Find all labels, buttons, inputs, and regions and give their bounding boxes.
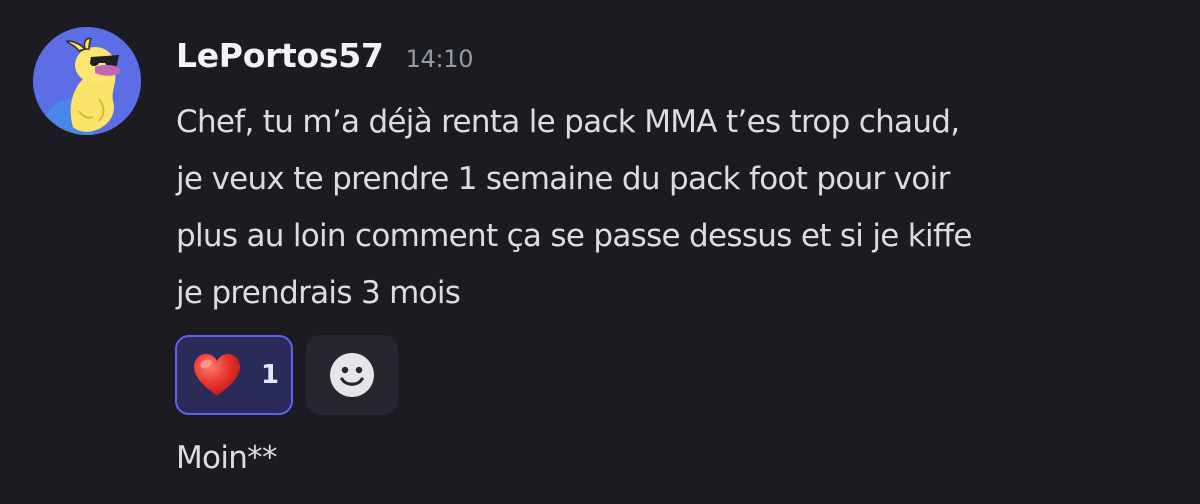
red-heart-icon — [194, 354, 240, 396]
message-content: Chef, tu m’a déjà renta le pack MMA t’es… — [176, 94, 1176, 322]
username[interactable]: LePortos57 — [176, 36, 384, 75]
message-header: LePortos57 14:10 — [176, 36, 474, 86]
message-line: je veux te prendre 1 semaine du pack foo… — [176, 161, 950, 197]
smiley-icon — [330, 353, 374, 397]
timestamp: 14:10 — [405, 45, 474, 73]
reaction-heart-button[interactable]: 1 — [175, 335, 293, 415]
reactions-bar: 1 — [175, 335, 398, 415]
message-line: Chef, tu m’a déjà renta le pack MMA t’es… — [176, 104, 960, 140]
avatar[interactable] — [33, 27, 141, 135]
add-reaction-button[interactable] — [306, 335, 398, 415]
message-line: je prendrais 3 mois — [176, 275, 461, 311]
message-line: plus au loin comment ça se passe dessus … — [176, 218, 972, 254]
reaction-count: 1 — [261, 360, 280, 390]
chat-message: LePortos57 14:10 Chef, tu m’a déjà renta… — [0, 0, 1200, 504]
duck-avatar-icon — [33, 27, 141, 135]
followup-message: Moin** — [176, 440, 277, 476]
